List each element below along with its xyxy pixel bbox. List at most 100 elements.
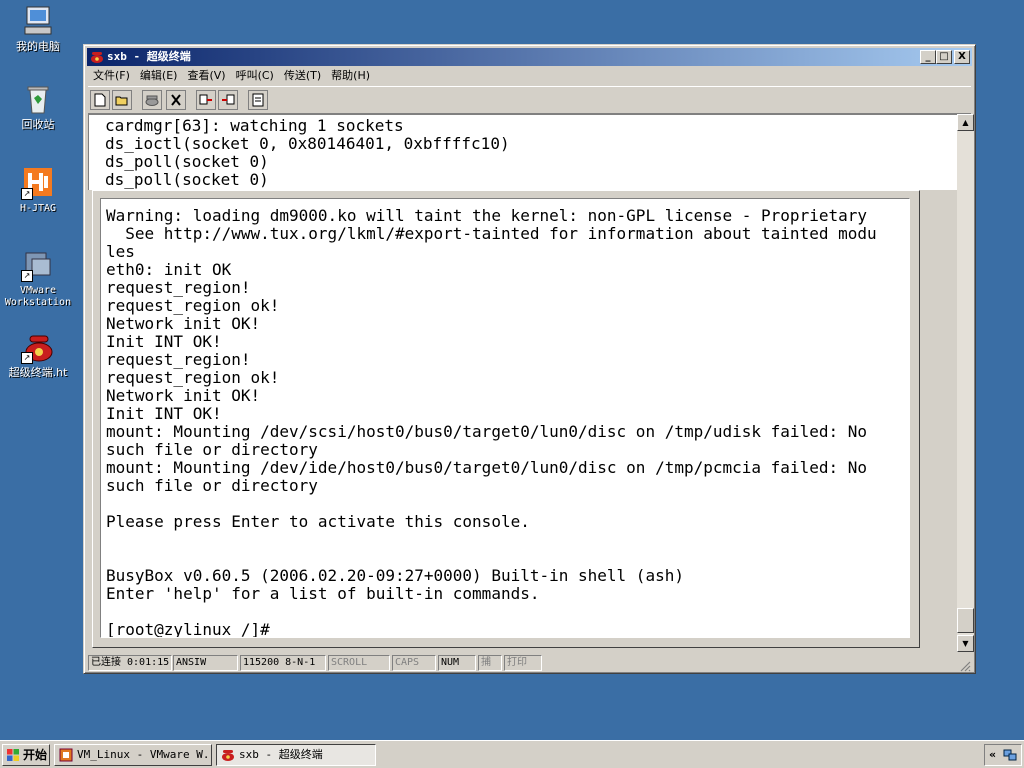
status-num: NUM: [438, 655, 476, 671]
scrollback-pane: cardmgr[63]: watching 1 sockets ds_ioctl…: [88, 114, 957, 190]
hyperterminal-window: sxb - 超级终端 _ □ X 文件(F) 编辑(E) 查看(V) 呼叫(C)…: [83, 44, 976, 674]
title-bar[interactable]: sxb - 超级终端 _ □ X: [87, 48, 972, 66]
properties-button[interactable]: [248, 90, 268, 110]
terminal-area[interactable]: cardmgr[63]: watching 1 sockets ds_ioctl…: [88, 114, 957, 650]
desktop-icon-label: 回收站: [21, 118, 55, 131]
console-line: Network init OK!: [106, 314, 261, 333]
minimize-button[interactable]: _: [920, 50, 936, 64]
desktop-icon-hyperterminal[interactable]: ↗ 超级终端.ht: [0, 330, 76, 379]
console-line: Please press Enter to activate this cons…: [106, 512, 530, 531]
status-bar: 已连接 0:01:15 ANSIW 115200 8-N-1 SCROLL CA…: [88, 654, 971, 672]
vmware-icon: ↗: [21, 248, 55, 282]
properties-icon: [252, 93, 264, 107]
menu-edit[interactable]: 编辑(E): [135, 67, 183, 85]
scrollback-line: ds_poll(socket 0): [105, 170, 269, 189]
desktop-icon-label: H-JTAG: [19, 203, 57, 214]
task-button-vmware[interactable]: VM_Linux - VMware W...: [54, 744, 212, 766]
disconnect-icon: [171, 94, 181, 106]
computer-icon: [21, 4, 55, 38]
console-line: Init INT OK!: [106, 404, 222, 423]
console-frame: Warning: loading dm9000.ko will taint th…: [92, 190, 920, 648]
task-label: sxb - 超级终端: [239, 748, 323, 761]
start-button[interactable]: 开始: [2, 744, 50, 766]
console-line: Warning: loading dm9000.ko will taint th…: [106, 206, 867, 225]
toolbar: [88, 86, 971, 114]
new-connection-button[interactable]: [90, 90, 110, 110]
scrollback-line: ds_ioctl(socket 0, 0x80146401, 0xbffffc1…: [105, 134, 510, 153]
start-label: 开始: [23, 748, 48, 762]
taskbar: 开始 VM_Linux - VMware W... sxb - 超级终端 «: [0, 740, 1024, 768]
console-line: mount: Mounting /dev/ide/host0/bus0/targ…: [106, 458, 867, 477]
status-connected: 已连接 0:01:15: [88, 655, 172, 671]
window-title: sxb - 超级终端: [107, 50, 191, 63]
menu-file[interactable]: 文件(F): [88, 67, 135, 85]
windows-logo-icon: [7, 749, 19, 761]
console-line: [root@zylinux /]#: [106, 620, 270, 638]
console-line: request_region!: [106, 350, 251, 369]
task-button-hyperterminal[interactable]: sxb - 超级终端: [216, 744, 376, 766]
vmware-icon: [59, 748, 73, 762]
status-caps: CAPS: [392, 655, 436, 671]
disconnect-button[interactable]: [166, 90, 186, 110]
scrollback-line: cardmgr[63]: watching 1 sockets: [105, 116, 404, 135]
status-scroll: SCROLL: [328, 655, 390, 671]
console-line: Init INT OK!: [106, 332, 222, 351]
close-button[interactable]: X: [954, 50, 970, 64]
send-button[interactable]: [196, 90, 216, 110]
maximize-button[interactable]: □: [936, 50, 952, 64]
scroll-up-button[interactable]: ▲: [957, 114, 974, 131]
new-document-icon: [94, 93, 106, 107]
scroll-down-button[interactable]: ▼: [957, 635, 974, 652]
open-folder-icon: [115, 96, 128, 106]
desktop-icon-label: Workstation: [4, 297, 72, 308]
resize-grip-icon[interactable]: [959, 660, 971, 672]
scroll-thumb[interactable]: [957, 608, 974, 633]
console-line: such file or directory: [106, 440, 318, 459]
telephone-icon: ↗: [21, 330, 55, 364]
desktop-icon-h-jtag[interactable]: ↗ H-JTAG: [0, 166, 76, 215]
phone-icon: [145, 95, 159, 106]
desktop-icon-my-computer[interactable]: 我的电脑: [0, 4, 76, 53]
desktop-icon-recycle-bin[interactable]: 回收站: [0, 82, 76, 131]
status-print: 打印: [504, 655, 542, 671]
telephone-icon: [222, 750, 234, 761]
menu-help[interactable]: 帮助(H): [326, 67, 375, 85]
desktop-icon-vmware[interactable]: ↗ VMware Workstation: [0, 248, 76, 309]
desktop-icon-label: VMware: [19, 285, 57, 296]
tray-expand-button[interactable]: «: [989, 745, 996, 765]
status-emulation: ANSIW: [173, 655, 238, 671]
recycle-bin-icon: [21, 82, 55, 116]
menu-call[interactable]: 呼叫(C): [231, 67, 279, 85]
console-line: les: [106, 242, 135, 261]
console-line: Network init OK!: [106, 386, 261, 405]
shortcut-arrow-icon: ↗: [21, 188, 33, 200]
console-line: mount: Mounting /dev/scsi/host0/bus0/tar…: [106, 422, 867, 441]
console-output[interactable]: Warning: loading dm9000.ko will taint th…: [100, 198, 910, 638]
call-button[interactable]: [142, 90, 162, 110]
network-icon[interactable]: [1003, 748, 1017, 762]
vertical-scrollbar[interactable]: ▲ ▼: [957, 114, 974, 652]
system-tray: «: [984, 744, 1022, 766]
status-capture: 捕: [478, 655, 502, 671]
console-line: request_region!: [106, 278, 251, 297]
telephone-icon: [91, 52, 103, 63]
send-file-icon: [199, 94, 212, 105]
console-line: Enter 'help' for a list of built-in comm…: [106, 584, 540, 603]
console-line: request_region ok!: [106, 296, 280, 315]
menu-bar: 文件(F) 编辑(E) 查看(V) 呼叫(C) 传送(T) 帮助(H): [88, 67, 971, 85]
console-line: such file or directory: [106, 476, 318, 495]
menu-view[interactable]: 查看(V): [182, 67, 230, 85]
receive-file-icon: [222, 94, 235, 105]
open-button[interactable]: [112, 90, 132, 110]
console-line: request_region ok!: [106, 368, 280, 387]
h-jtag-icon: ↗: [21, 166, 55, 200]
desktop-icon-label: 我的电脑: [16, 40, 60, 53]
shortcut-arrow-icon: ↗: [21, 352, 33, 364]
scrollback-line: ds_poll(socket 0): [105, 152, 269, 171]
menu-transfer[interactable]: 传送(T): [279, 67, 326, 85]
receive-button[interactable]: [218, 90, 238, 110]
